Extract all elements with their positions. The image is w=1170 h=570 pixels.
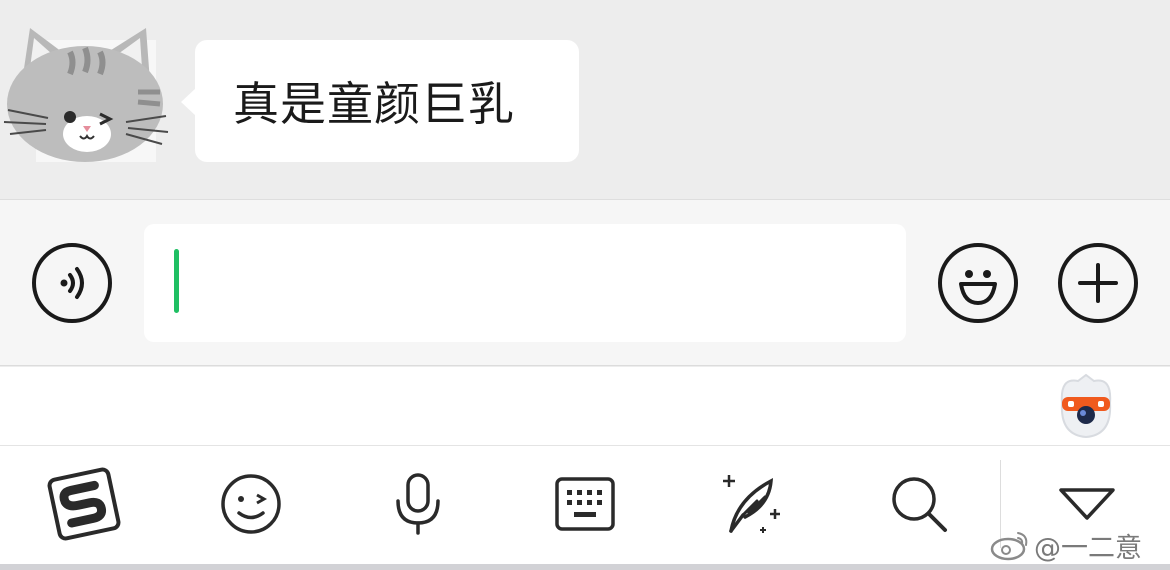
watermark-text: @一二意 <box>1034 532 1142 564</box>
sogou-logo-button[interactable] <box>44 464 124 544</box>
weibo-watermark: @一二意 <box>990 528 1142 564</box>
handwriting-button[interactable] <box>712 464 792 544</box>
sogou-mascot-icon[interactable] <box>1056 373 1116 439</box>
keyboard-icon <box>555 477 615 531</box>
sogou-logo-icon <box>47 467 121 541</box>
ime-suggestion-bar <box>0 367 1170 445</box>
smiley-face-icon <box>959 270 997 305</box>
voice-typing-button[interactable] <box>378 464 458 544</box>
chat-area: 真是童颜巨乳 <box>0 0 1170 199</box>
feather-quill-icon <box>723 475 780 533</box>
emoji-panel-button[interactable] <box>211 464 291 544</box>
screen-bottom-edge <box>0 564 1170 570</box>
wink-emoji-icon <box>221 474 281 534</box>
message-text: 真是童颜巨乳 <box>233 77 515 131</box>
voice-input-button[interactable] <box>32 243 112 323</box>
message-input[interactable] <box>144 224 906 342</box>
plus-icon <box>1078 263 1118 303</box>
text-caret <box>174 249 179 313</box>
weibo-logo-icon <box>990 532 1028 561</box>
search-icon <box>892 477 947 532</box>
message-bubble[interactable]: 真是童颜巨乳 <box>181 40 579 162</box>
emoji-button[interactable] <box>938 243 1018 323</box>
more-options-button[interactable] <box>1058 243 1138 323</box>
chat-input-bar <box>0 199 1170 366</box>
keyboard-layout-button[interactable] <box>545 464 625 544</box>
voice-wave-icon <box>60 267 84 299</box>
cat-avatar[interactable] <box>0 22 170 162</box>
microphone-icon <box>396 473 440 535</box>
collapse-triangle-icon <box>1059 488 1115 520</box>
search-button[interactable] <box>879 464 959 544</box>
